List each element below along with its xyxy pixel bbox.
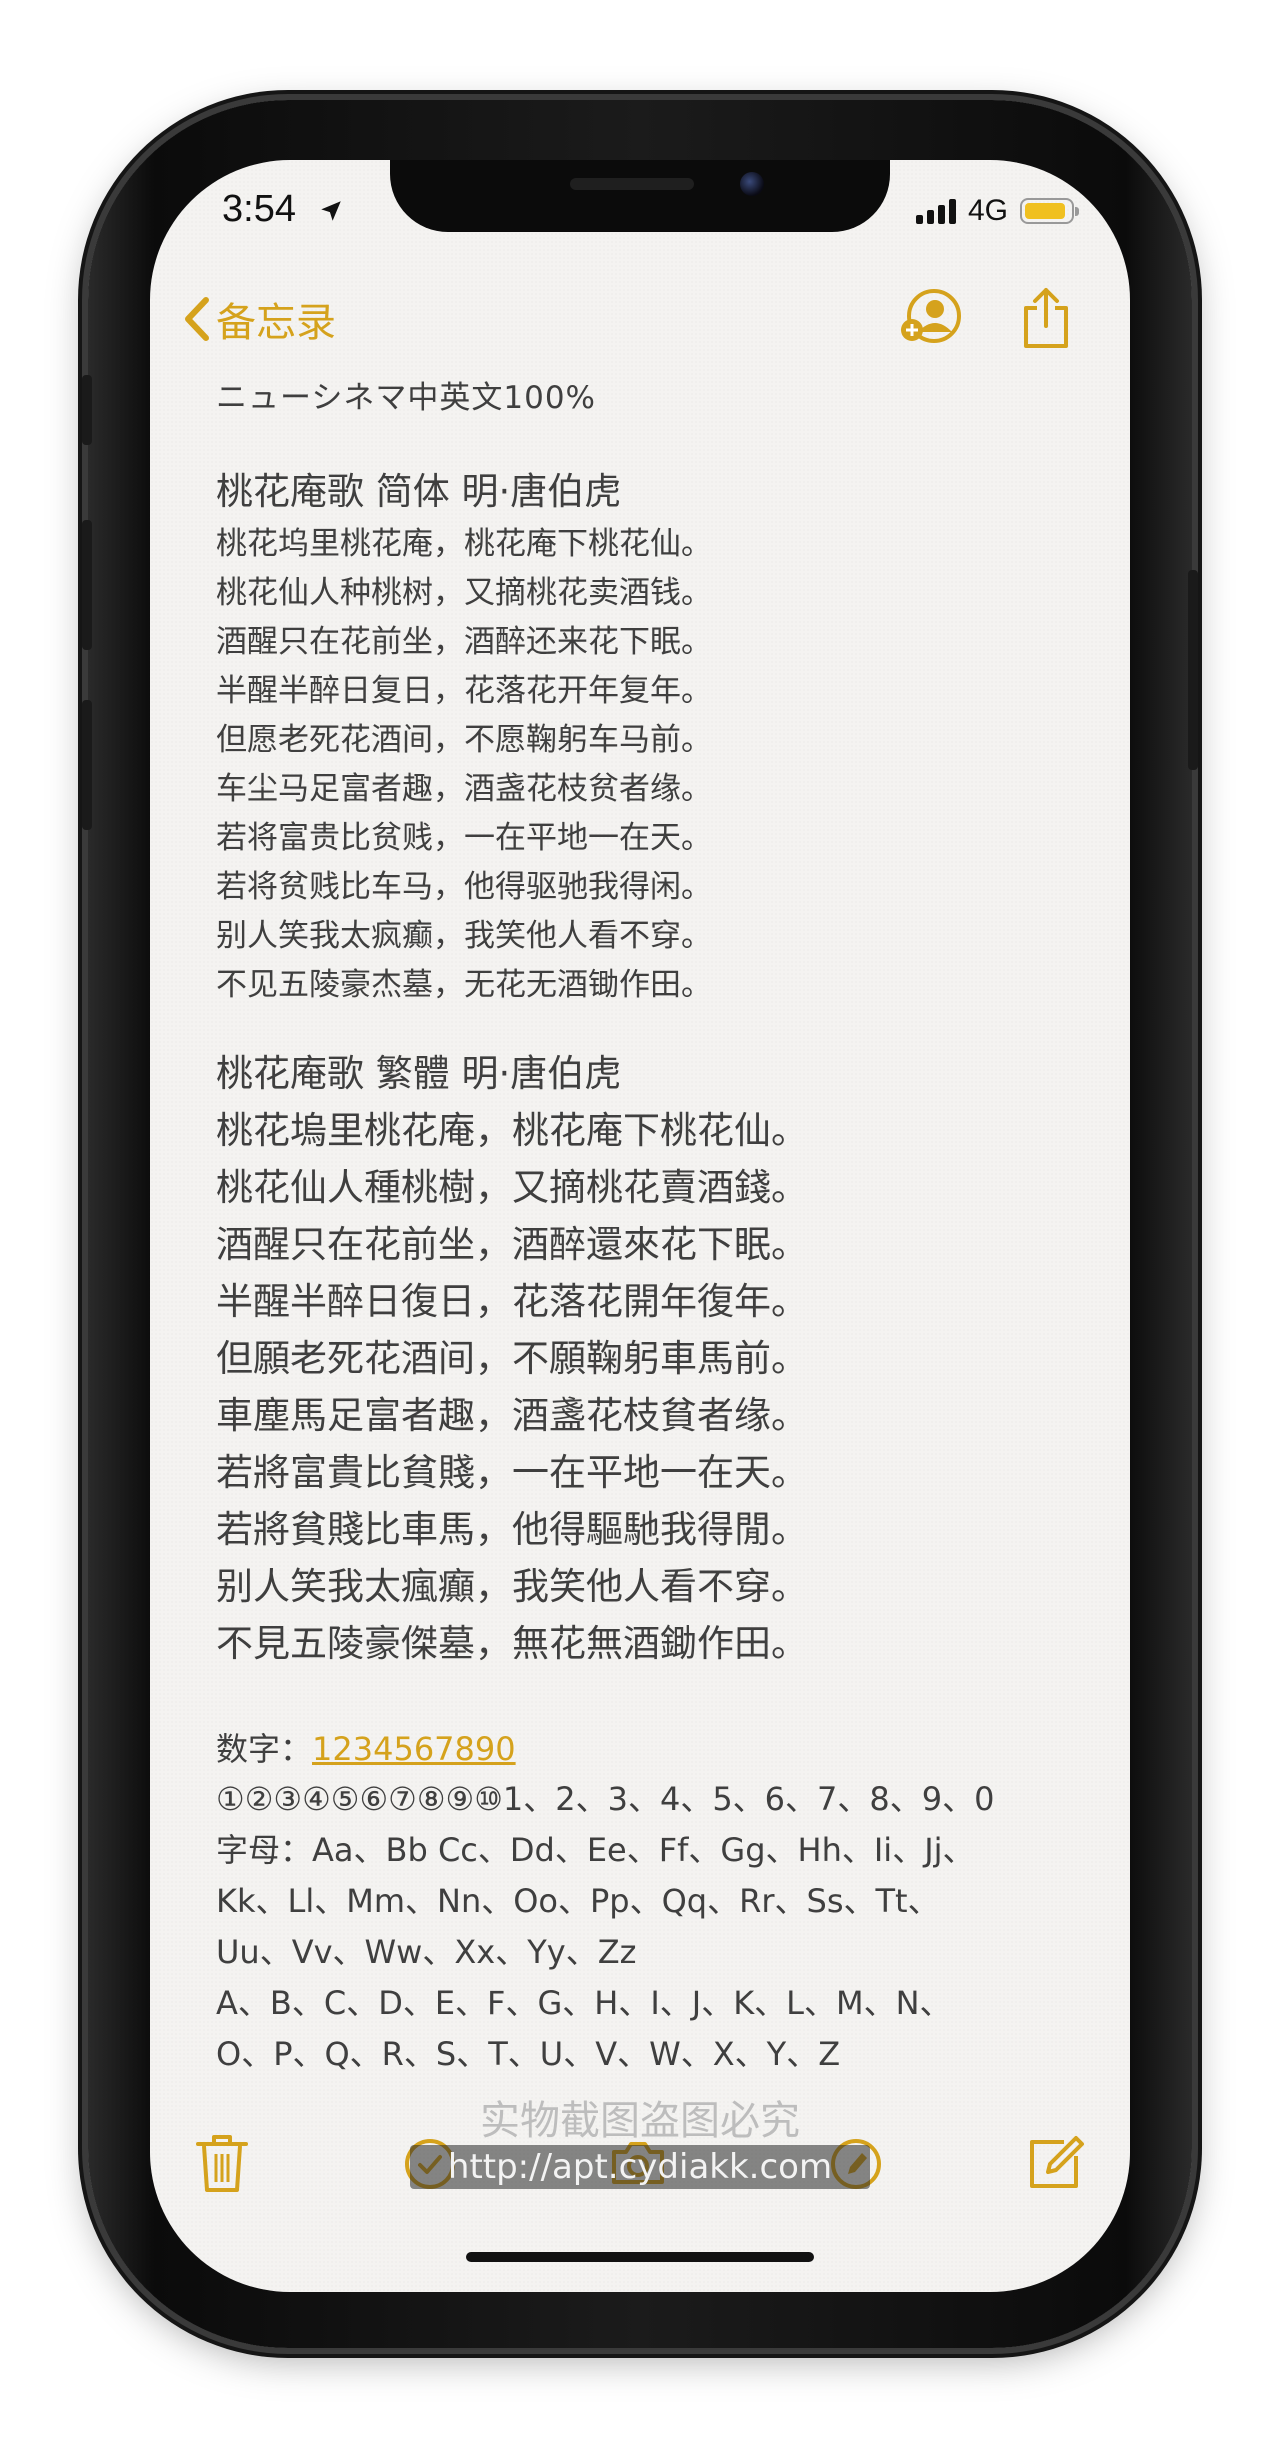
poem-line: 桃花塢里桃花庵，桃花庵下桃花仙。 bbox=[216, 1109, 808, 1152]
poem-line: 若将富贵比贫贱，一在平地一在天。 bbox=[216, 820, 712, 856]
poem-line: 不见五陵豪杰墓，无花无酒锄作田。 bbox=[216, 967, 712, 1003]
silent-switch bbox=[82, 375, 92, 445]
poem-line: 桃花仙人種桃樹，又摘桃花賣酒錢。 bbox=[216, 1166, 808, 1209]
share-icon[interactable] bbox=[1018, 284, 1074, 352]
letters-line: Uu、Vv、Ww、Xx、Yy、Zz bbox=[216, 1933, 637, 1971]
back-button[interactable]: 备忘录 bbox=[180, 290, 336, 348]
watermark-text: 实物截图盗图必究 bbox=[480, 2098, 800, 2144]
note-body[interactable]: ニューシネマ中英文100% 桃花庵歌 简体 明·唐伯虎 桃花坞里桃花庵，桃花庵下… bbox=[216, 378, 1076, 2080]
numbers-line: 数字：1234567890 bbox=[216, 1724, 1076, 1774]
poem-line: 若将贫贱比车马，他得驱驰我得闲。 bbox=[216, 869, 712, 905]
poem-line: 若將貧賤比車馬，他得驅馳我得閒。 bbox=[216, 1508, 808, 1551]
poem-line: 酒醒只在花前坐，酒醉還來花下眠。 bbox=[216, 1223, 808, 1266]
poem-line: 桃花仙人种桃树，又摘桃花卖酒钱。 bbox=[216, 575, 712, 611]
poem-line: 别人笑我太疯癫，我笑他人看不穿。 bbox=[216, 918, 712, 954]
front-camera bbox=[740, 172, 764, 196]
numbers-label: 数字： bbox=[216, 1730, 313, 1768]
add-people-icon[interactable] bbox=[898, 288, 968, 348]
letters-line: A、B、C、D、E、F、G、H、I、J、K、L、M、N、 bbox=[216, 1984, 952, 2022]
circled-numbers-line: ①②③④⑤⑥⑦⑧⑨⑩1、2、3、4、5、6、7、8、9、0 bbox=[216, 1780, 995, 1818]
poem-line: 但愿老死花酒间，不愿鞠躬车马前。 bbox=[216, 722, 712, 758]
earpiece-speaker bbox=[570, 178, 694, 190]
poem-simplified-heading: 桃花庵歌 简体 明·唐伯虎 bbox=[216, 470, 622, 513]
poem-traditional-heading: 桃花庵歌 繁體 明·唐伯虎 bbox=[216, 1052, 622, 1095]
chevron-left-icon bbox=[185, 297, 209, 341]
poem-line: 車塵馬足富者趣，酒盞花枝貧者缘。 bbox=[216, 1394, 808, 1437]
note-title: ニューシネマ中英文100% bbox=[216, 380, 597, 416]
numbers-link[interactable]: 1234567890 bbox=[312, 1730, 516, 1768]
poem-line: 半醒半醉日复日，花落花开年复年。 bbox=[216, 673, 712, 709]
letters-line: O、P、Q、R、S、T、U、V、W、X、Y、Z bbox=[216, 2035, 841, 2073]
network-type: 4G bbox=[967, 194, 1008, 227]
poem-line: 半醒半醉日復日，花落花開年復年。 bbox=[216, 1280, 808, 1323]
poem-line: 若將富貴比貧賤，一在平地一在天。 bbox=[216, 1451, 808, 1494]
home-indicator[interactable] bbox=[466, 2252, 814, 2262]
poem-traditional: 桃花庵歌 繁體 明·唐伯虎 桃花塢里桃花庵，桃花庵下桃花仙。 桃花仙人種桃樹，又… bbox=[216, 1050, 1076, 1672]
watermark-url: http://apt.cydiakk.com bbox=[410, 2145, 870, 2189]
status-indicators: 4G bbox=[915, 194, 1079, 228]
status-time: 3:54 bbox=[222, 188, 296, 230]
poem-line: 酒醒只在花前坐，酒醉还来花下眠。 bbox=[216, 624, 712, 660]
poem-line: 但願老死花酒间，不願鞠躬車馬前。 bbox=[216, 1337, 808, 1380]
volume-down-button bbox=[82, 700, 92, 830]
letters-line: 字母：Aa、Bb Cc、Dd、Ee、Ff、Gg、Hh、Ii、Jj、 bbox=[216, 1831, 975, 1869]
notch bbox=[390, 160, 890, 232]
screen: 3:54 4G 备忘录 ニューシネマ中英文100% 桃花庵歌 简体 明·唐伯虎 … bbox=[150, 160, 1130, 2292]
poem-line: 桃花坞里桃花庵，桃花庵下桃花仙。 bbox=[216, 526, 712, 562]
poem-line: 别人笑我太瘋癲，我笑他人看不穿。 bbox=[216, 1565, 808, 1608]
poem-simplified: 桃花庵歌 简体 明·唐伯虎 桃花坞里桃花庵，桃花庵下桃花仙。 桃花仙人种桃树，又… bbox=[216, 468, 1076, 1010]
letters-line: Kk、Ll、Mm、Nn、Oo、Pp、Qq、Rr、Ss、Tt、 bbox=[216, 1882, 940, 1920]
battery-icon bbox=[1020, 198, 1079, 224]
volume-up-button bbox=[82, 520, 92, 650]
cellular-signal-icon bbox=[915, 198, 956, 224]
poem-line: 车尘马足富者趣，酒盏花枝贫者缘。 bbox=[216, 771, 712, 807]
character-samples: ①②③④⑤⑥⑦⑧⑨⑩1、2、3、4、5、6、7、8、9、0 字母：Aa、Bb C… bbox=[216, 1774, 1076, 2080]
back-label: 备忘录 bbox=[216, 300, 336, 346]
power-button bbox=[1188, 570, 1198, 770]
location-arrow-icon bbox=[321, 201, 341, 221]
poem-line: 不見五陵豪傑墓，無花無酒鋤作田。 bbox=[216, 1622, 808, 1665]
